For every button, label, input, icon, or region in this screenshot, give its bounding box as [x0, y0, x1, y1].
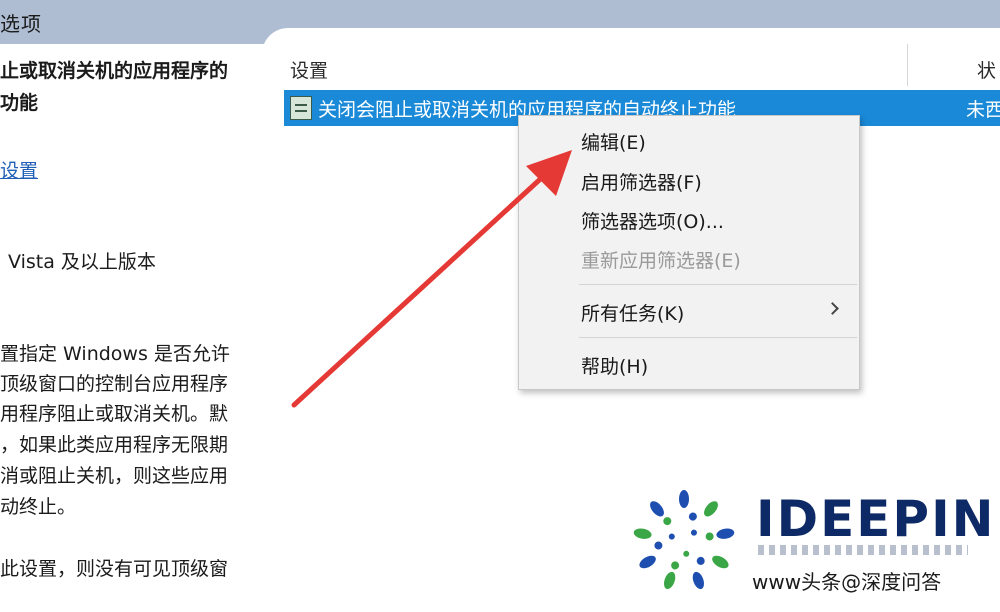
context-menu: 编辑(E) 启用筛选器(F) 筛选器选项(O)... 重新应用筛选器(E) 所有…	[518, 115, 860, 390]
column-divider[interactable]	[907, 44, 908, 86]
menu-item-filter-options[interactable]: 筛选器选项(O)...	[519, 201, 859, 237]
menu-item-edit[interactable]: 编辑(E)	[519, 122, 859, 158]
column-header-setting[interactable]: 设置	[290, 56, 328, 83]
menu-item-enable-filter[interactable]: 启用筛选器(F)	[519, 162, 859, 198]
chevron-right-icon	[826, 302, 839, 315]
policy-setting-icon	[290, 96, 312, 120]
menu-separator	[579, 284, 857, 285]
description-line: 顶级窗口的控制台应用程序	[0, 373, 229, 395]
description-line: 用程序阻止或取消关机。默	[0, 403, 229, 425]
policy-title-line-2: 功能	[0, 92, 39, 114]
policy-title-line-1: 止或取消关机的应用程序的	[0, 60, 229, 82]
description-line: 消或阻止关机，则这些应用	[0, 465, 229, 487]
menu-item-all-tasks[interactable]: 所有任务(K)	[519, 293, 859, 329]
description-line: 动终止。	[0, 496, 77, 518]
watermark-url-strip	[758, 545, 968, 555]
requirement-text: Vista 及以上版本	[8, 251, 156, 273]
edit-policy-link[interactable]: 设置	[0, 156, 38, 183]
description-line: ，如果此类应用程序无限期	[0, 434, 229, 456]
description-line: 置指定 Windows 是否允许	[0, 343, 230, 365]
window-title: 选项	[0, 12, 42, 36]
watermark-brand: IDEEPIN	[756, 490, 996, 548]
row-setting-state: 未西	[966, 99, 1000, 121]
column-header-state[interactable]: 状	[977, 56, 996, 83]
menu-item-reapply-filter: 重新应用筛选器(E)	[581, 250, 741, 272]
description-line: 此设置，则没有可见顶级窗	[0, 558, 229, 580]
brand-logo-icon	[633, 490, 735, 590]
description-pane: 止或取消关机的应用程序的 功能 设置 Vista 及以上版本 置指定 Windo…	[0, 44, 262, 612]
watermark-caption: www头条@深度问答	[752, 570, 942, 594]
menu-item-help[interactable]: 帮助(H)	[519, 346, 859, 382]
menu-separator	[579, 337, 857, 338]
